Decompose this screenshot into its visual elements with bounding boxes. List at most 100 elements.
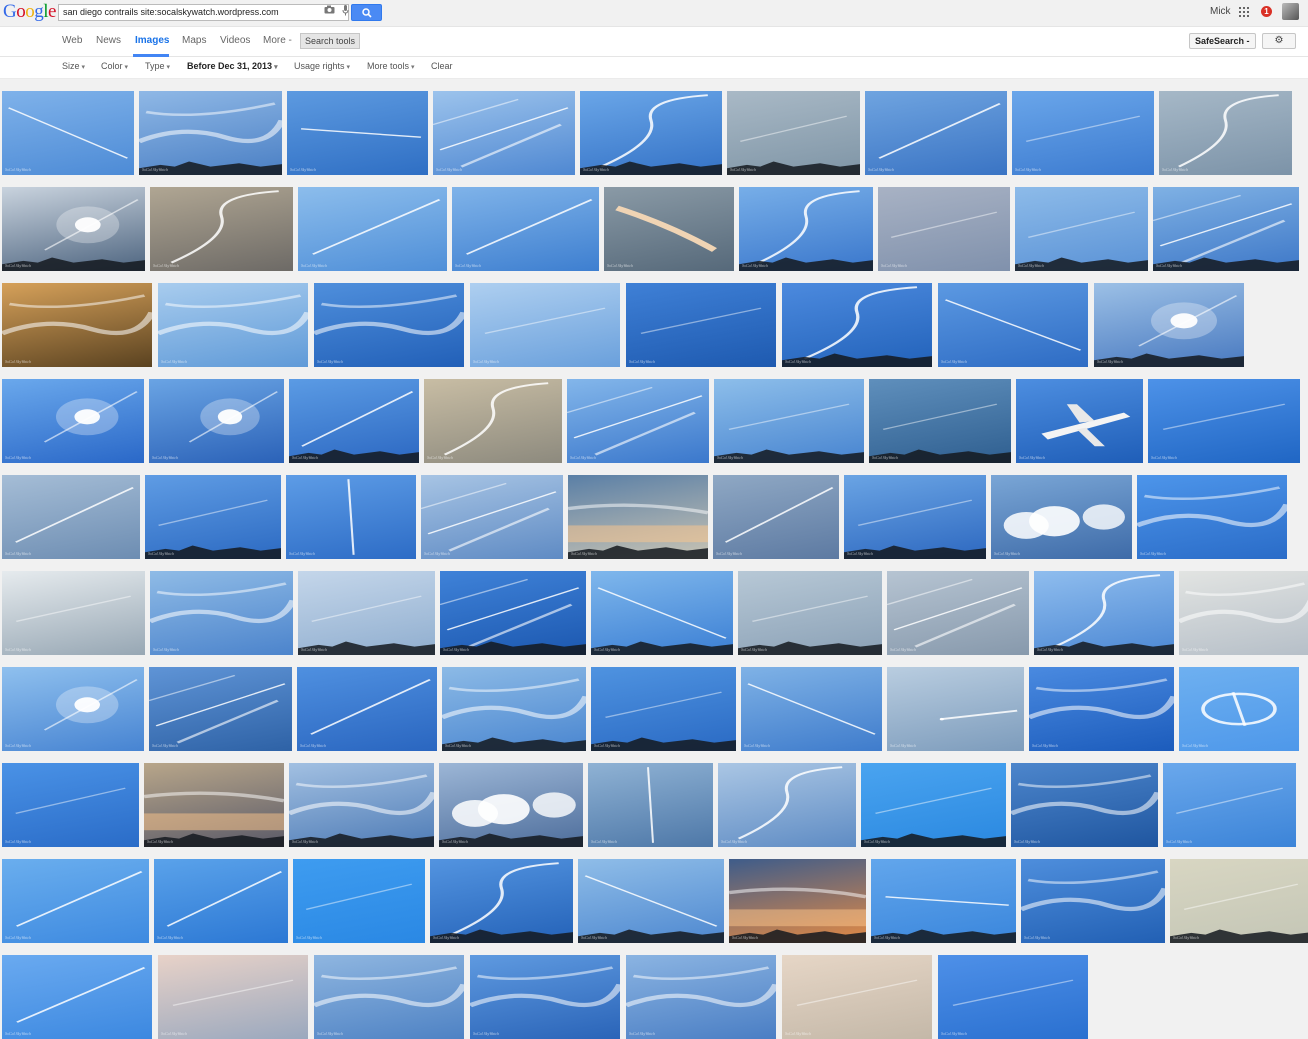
image-result-thumbnail[interactable]: SoCal SkyWatch: [861, 763, 1006, 847]
avatar[interactable]: [1282, 3, 1299, 20]
image-result-thumbnail[interactable]: SoCal SkyWatch: [158, 283, 308, 367]
image-result-thumbnail[interactable]: SoCal SkyWatch: [433, 91, 575, 175]
image-result-thumbnail[interactable]: SoCal SkyWatch: [591, 667, 736, 751]
image-result-thumbnail[interactable]: SoCal SkyWatch: [440, 571, 586, 655]
tab-videos[interactable]: Videos: [220, 35, 250, 46]
image-result-thumbnail[interactable]: SoCal SkyWatch: [1137, 475, 1287, 559]
image-result-thumbnail[interactable]: SoCal SkyWatch: [2, 667, 144, 751]
image-result-thumbnail[interactable]: SoCal SkyWatch: [2, 283, 152, 367]
user-name[interactable]: Mick: [1210, 6, 1231, 17]
image-result-thumbnail[interactable]: SoCal SkyWatch: [1179, 667, 1299, 751]
image-result-thumbnail[interactable]: SoCal SkyWatch: [713, 475, 839, 559]
image-result-thumbnail[interactable]: SoCal SkyWatch: [938, 283, 1088, 367]
image-result-thumbnail[interactable]: SoCal SkyWatch: [430, 859, 573, 943]
more-tools-filter[interactable]: More tools ▾: [367, 61, 415, 71]
image-result-thumbnail[interactable]: SoCal SkyWatch: [2, 859, 149, 943]
image-result-thumbnail[interactable]: SoCal SkyWatch: [1153, 187, 1299, 271]
image-result-thumbnail[interactable]: SoCal SkyWatch: [297, 667, 437, 751]
image-result-thumbnail[interactable]: SoCal SkyWatch: [298, 187, 447, 271]
image-result-thumbnail[interactable]: SoCal SkyWatch: [1015, 187, 1148, 271]
image-result-thumbnail[interactable]: SoCal SkyWatch: [844, 475, 986, 559]
image-result-thumbnail[interactable]: SoCal SkyWatch: [938, 955, 1088, 1039]
notification-badge[interactable]: 1: [1261, 6, 1272, 17]
microphone-icon[interactable]: [339, 5, 351, 17]
image-result-thumbnail[interactable]: SoCal SkyWatch: [149, 667, 292, 751]
image-result-thumbnail[interactable]: SoCal SkyWatch: [2, 475, 140, 559]
image-result-thumbnail[interactable]: SoCal SkyWatch: [738, 571, 882, 655]
image-result-thumbnail[interactable]: SoCal SkyWatch: [782, 283, 932, 367]
image-result-thumbnail[interactable]: SoCal SkyWatch: [154, 859, 288, 943]
image-result-thumbnail[interactable]: SoCal SkyWatch: [289, 379, 419, 463]
tab-maps[interactable]: Maps: [182, 35, 206, 46]
camera-icon[interactable]: [323, 5, 335, 17]
image-result-thumbnail[interactable]: SoCal SkyWatch: [1094, 283, 1244, 367]
image-result-thumbnail[interactable]: SoCal SkyWatch: [588, 763, 713, 847]
image-result-thumbnail[interactable]: SoCal SkyWatch: [741, 667, 882, 751]
image-result-thumbnail[interactable]: SoCal SkyWatch: [1034, 571, 1174, 655]
image-result-thumbnail[interactable]: SoCal SkyWatch: [314, 283, 464, 367]
image-result-thumbnail[interactable]: SoCal SkyWatch: [714, 379, 864, 463]
image-result-thumbnail[interactable]: SoCal SkyWatch: [2, 571, 145, 655]
image-result-thumbnail[interactable]: SoCal SkyWatch: [287, 91, 428, 175]
image-result-thumbnail[interactable]: SoCal SkyWatch: [149, 379, 284, 463]
image-result-thumbnail[interactable]: SoCal SkyWatch: [626, 283, 776, 367]
tab-web[interactable]: Web: [62, 35, 82, 46]
image-result-thumbnail[interactable]: SoCal SkyWatch: [298, 571, 435, 655]
image-result-thumbnail[interactable]: SoCal SkyWatch: [1016, 379, 1143, 463]
image-result-thumbnail[interactable]: SoCal SkyWatch: [567, 379, 709, 463]
usage-rights-filter[interactable]: Usage rights ▾: [294, 61, 350, 71]
image-result-thumbnail[interactable]: SoCal SkyWatch: [865, 91, 1007, 175]
image-result-thumbnail[interactable]: SoCal SkyWatch: [869, 379, 1011, 463]
tab-more[interactable]: More -: [263, 35, 292, 46]
color-filter[interactable]: Color ▾: [101, 61, 128, 71]
time-filter[interactable]: Before Dec 31, 2013 ▾: [187, 61, 278, 71]
image-result-thumbnail[interactable]: SoCal SkyWatch: [1012, 91, 1154, 175]
image-result-thumbnail[interactable]: SoCal SkyWatch: [1159, 91, 1292, 175]
image-result-thumbnail[interactable]: SoCal SkyWatch: [2, 91, 134, 175]
type-filter[interactable]: Type ▾: [145, 61, 170, 71]
image-result-thumbnail[interactable]: SoCal SkyWatch: [289, 763, 434, 847]
image-result-thumbnail[interactable]: SoCal SkyWatch: [470, 283, 620, 367]
image-result-thumbnail[interactable]: SoCal SkyWatch: [626, 955, 776, 1039]
image-result-thumbnail[interactable]: SoCal SkyWatch: [439, 763, 583, 847]
image-result-thumbnail[interactable]: SoCal SkyWatch: [1011, 763, 1158, 847]
image-result-thumbnail[interactable]: SoCal SkyWatch: [887, 571, 1029, 655]
size-filter[interactable]: Size ▾: [62, 61, 85, 71]
image-result-thumbnail[interactable]: SoCal SkyWatch: [150, 571, 293, 655]
image-result-thumbnail[interactable]: SoCal SkyWatch: [568, 475, 708, 559]
tab-images[interactable]: Images: [135, 35, 169, 46]
image-result-thumbnail[interactable]: SoCal SkyWatch: [604, 187, 734, 271]
image-result-thumbnail[interactable]: SoCal SkyWatch: [421, 475, 563, 559]
image-result-thumbnail[interactable]: SoCal SkyWatch: [2, 187, 145, 271]
image-result-thumbnail[interactable]: SoCal SkyWatch: [878, 187, 1010, 271]
image-result-thumbnail[interactable]: SoCal SkyWatch: [144, 763, 284, 847]
image-result-thumbnail[interactable]: SoCal SkyWatch: [2, 955, 152, 1039]
image-result-thumbnail[interactable]: SoCal SkyWatch: [871, 859, 1016, 943]
image-result-thumbnail[interactable]: SoCal SkyWatch: [470, 955, 620, 1039]
image-result-thumbnail[interactable]: SoCal SkyWatch: [2, 763, 139, 847]
settings-button[interactable]: ⚙: [1262, 33, 1296, 49]
image-result-thumbnail[interactable]: SoCal SkyWatch: [1179, 571, 1308, 655]
image-result-thumbnail[interactable]: SoCal SkyWatch: [591, 571, 733, 655]
image-result-thumbnail[interactable]: SoCal SkyWatch: [727, 91, 860, 175]
image-result-thumbnail[interactable]: SoCal SkyWatch: [782, 955, 932, 1039]
image-result-thumbnail[interactable]: SoCal SkyWatch: [1163, 763, 1296, 847]
google-logo[interactable]: Google: [3, 1, 56, 23]
image-result-thumbnail[interactable]: SoCal SkyWatch: [139, 91, 282, 175]
search-button[interactable]: [351, 4, 382, 21]
image-result-thumbnail[interactable]: SoCal SkyWatch: [1021, 859, 1165, 943]
image-result-thumbnail[interactable]: SoCal SkyWatch: [887, 667, 1024, 751]
image-result-thumbnail[interactable]: SoCal SkyWatch: [424, 379, 562, 463]
image-result-thumbnail[interactable]: SoCal SkyWatch: [1029, 667, 1174, 751]
search-tools-button[interactable]: Search tools: [300, 33, 361, 49]
image-result-thumbnail[interactable]: SoCal SkyWatch: [991, 475, 1132, 559]
clear-filters-link[interactable]: Clear: [431, 61, 453, 71]
image-result-thumbnail[interactable]: SoCal SkyWatch: [293, 859, 425, 943]
image-result-thumbnail[interactable]: SoCal SkyWatch: [578, 859, 724, 943]
image-result-thumbnail[interactable]: SoCal SkyWatch: [442, 667, 586, 751]
image-result-thumbnail[interactable]: SoCal SkyWatch: [145, 475, 281, 559]
image-result-thumbnail[interactable]: SoCal SkyWatch: [2, 379, 144, 463]
image-result-thumbnail[interactable]: SoCal SkyWatch: [718, 763, 856, 847]
image-result-thumbnail[interactable]: SoCal SkyWatch: [452, 187, 599, 271]
image-result-thumbnail[interactable]: SoCal SkyWatch: [1170, 859, 1308, 943]
